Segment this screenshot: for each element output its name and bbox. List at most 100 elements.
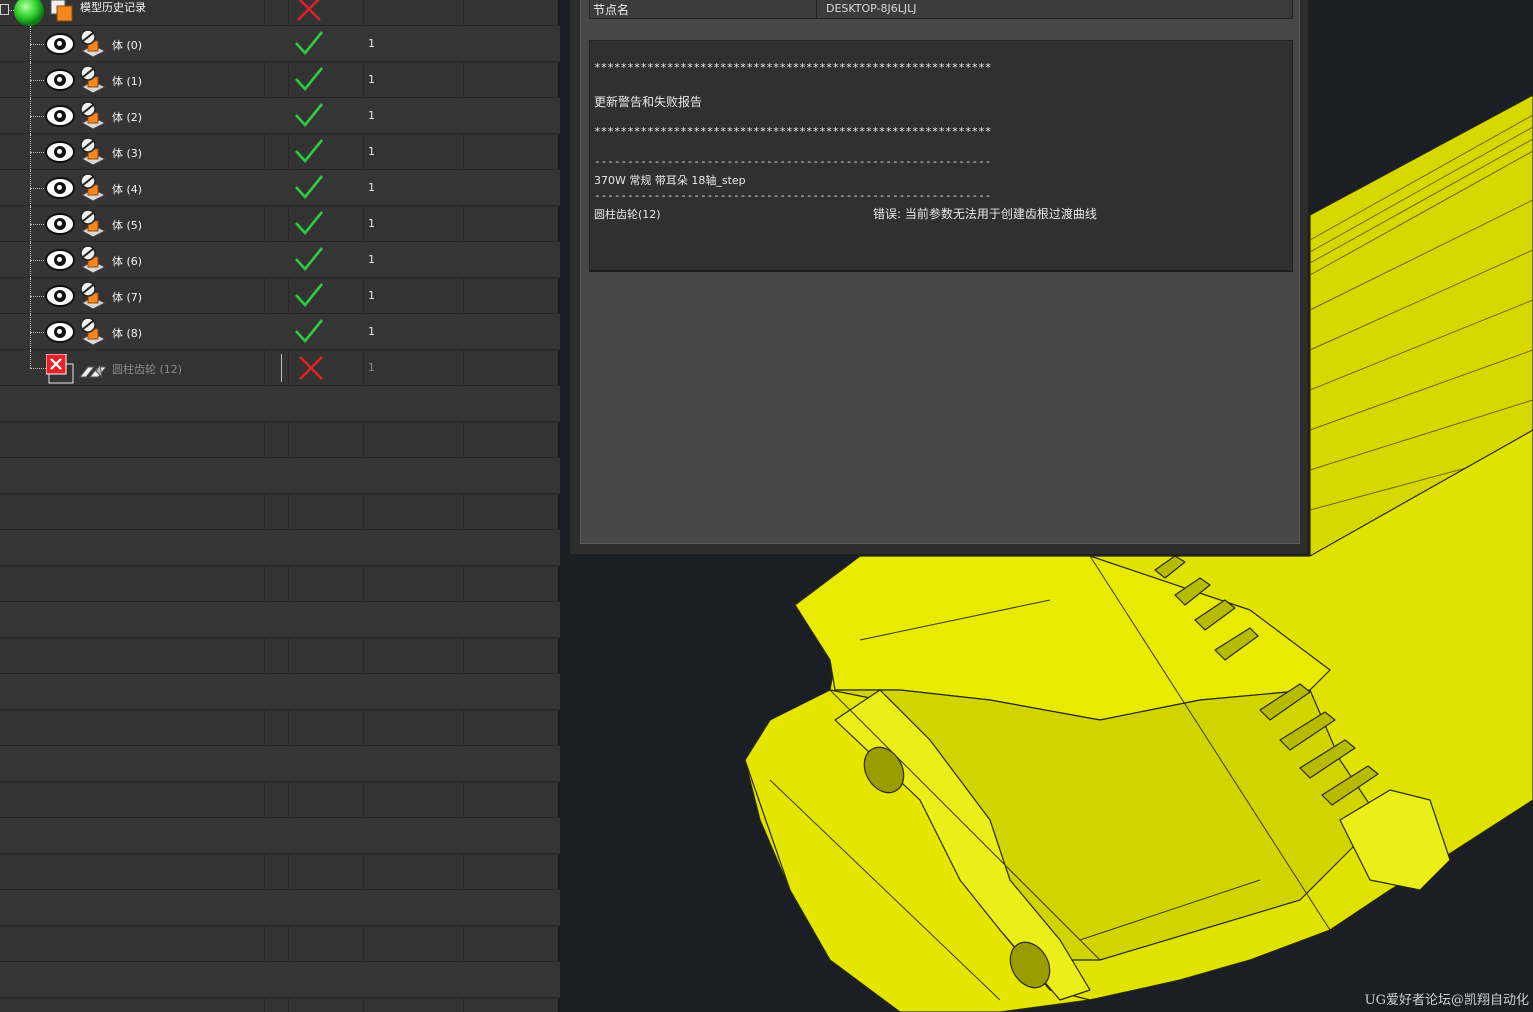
tree-row-count: 1 (368, 73, 375, 86)
solid-body-icon (80, 65, 107, 94)
tree-row-label: 体 (1) (112, 75, 143, 88)
tree-row-label: 体 (6) (112, 255, 143, 268)
checkmark-icon (295, 319, 324, 344)
visibility-eye-icon[interactable] (45, 213, 75, 235)
tree-row[interactable]: 体 (0) 1 (0, 26, 560, 62)
empty-row (0, 530, 560, 566)
tree-row-count: 1 (368, 109, 375, 122)
visibility-eye-icon[interactable] (45, 177, 75, 199)
part-navigator: 模型历史记录 体 (0) 1 体 (1) 1 体 (2) 1 体 (3) 1 体 (4) 1 体 (… (0, 0, 560, 1012)
checkmark-icon (295, 31, 324, 56)
tree-row[interactable]: 体 (1) 1 (0, 62, 560, 98)
empty-row (0, 926, 560, 962)
empty-row (0, 782, 560, 818)
solid-body-icon (80, 29, 107, 58)
log-part-name: 370W 常规 带耳朵 18轴_step (594, 174, 746, 187)
checkmark-icon (295, 103, 324, 128)
graphics-window[interactable] (570, 556, 1533, 1012)
model-history-label: 模型历史记录 (80, 1, 146, 14)
tree-connector (30, 152, 46, 153)
tree-row-label: 体 (7) (112, 291, 143, 304)
log-separator-dashes: ----------------------------------------… (594, 155, 992, 168)
tree-connector (30, 116, 46, 117)
empty-row (0, 854, 560, 890)
empty-row (0, 494, 560, 530)
tree-row-label: 体 (5) (112, 219, 143, 232)
log-heading: 更新警告和失败报告 (594, 95, 703, 109)
collapse-toggle-icon[interactable] (0, 4, 9, 15)
visibility-eye-icon[interactable] (45, 285, 75, 307)
tree-connector (30, 224, 46, 225)
tree-row[interactable]: 体 (3) 1 (0, 134, 560, 170)
tree-row-count: 1 (368, 145, 375, 158)
report-log[interactable]: ****************************************… (589, 40, 1293, 272)
checkmark-icon (295, 139, 324, 164)
solid-body-icon (80, 281, 107, 310)
tree-row-count: 1 (368, 181, 375, 194)
solid-body-icon (80, 209, 107, 238)
field-divider (816, 0, 817, 18)
dialog-content: 节点名 DESKTOP-8J6LJLJ ********************… (580, 0, 1300, 544)
tree-connector (30, 296, 46, 297)
graphics-window-upper[interactable] (1310, 0, 1533, 556)
solid-body-icon (80, 245, 107, 274)
tree-connector (30, 332, 46, 333)
checkmark-icon (295, 175, 324, 200)
visibility-eye-icon[interactable] (45, 321, 75, 343)
empty-row (0, 386, 560, 422)
empty-row (0, 962, 560, 998)
tree-row[interactable]: 体 (2) 1 (0, 98, 560, 134)
node-name-key: 节点名 (593, 3, 630, 17)
log-separator-stars: ****************************************… (594, 125, 992, 138)
tree-connector (30, 188, 46, 189)
visibility-eye-icon[interactable] (45, 249, 75, 271)
tree-row-label: 体 (3) (112, 147, 143, 160)
tree-row[interactable]: 体 (4) 1 (0, 170, 560, 206)
tree-connector (30, 350, 31, 368)
tree-row[interactable]: 体 (7) 1 (0, 278, 560, 314)
tree-row-label: 体 (8) (112, 327, 143, 340)
tree-row[interactable]: 圆柱齿轮 (12) 1 (0, 350, 560, 386)
empty-row (0, 998, 560, 1012)
tree-row[interactable]: 体 (5) 1 (0, 206, 560, 242)
tree-row-count: 1 (368, 253, 375, 266)
empty-row (0, 674, 560, 710)
empty-row (0, 638, 560, 674)
error-x-icon (299, 356, 323, 380)
empty-row (0, 566, 560, 602)
watermark-text: UG爱好者论坛@凯翔自动化 (1364, 993, 1529, 1008)
empty-row (0, 422, 560, 458)
tree-row-label: 体 (0) (112, 39, 143, 52)
log-error-message: 错误: 当前参数无法用于创建齿根过渡曲线 (873, 207, 1097, 221)
visibility-eye-icon[interactable] (45, 69, 75, 91)
visibility-eye-icon[interactable] (45, 141, 75, 163)
log-separator-dashes: ----------------------------------------… (594, 189, 992, 202)
visibility-eye-icon[interactable] (45, 33, 75, 55)
checkmark-icon (295, 211, 324, 236)
checkmark-icon (295, 67, 324, 92)
solid-body-icon (80, 173, 107, 202)
checkmark-icon (295, 247, 324, 272)
error-x-icon (297, 0, 321, 21)
visibility-eye-icon[interactable] (45, 105, 75, 127)
suppressed-error-icon (46, 354, 74, 384)
log-feature: 圆柱齿轮(12) (594, 208, 661, 221)
gear-feature-icon (78, 363, 108, 379)
solid-body-icon (80, 317, 107, 346)
tree-row[interactable]: 体 (8) 1 (0, 314, 560, 350)
model-history-icon (50, 0, 73, 22)
tree-connector (30, 368, 46, 369)
solid-body-icon (80, 101, 107, 130)
empty-row (0, 602, 560, 638)
tree-row-count: 1 (368, 325, 375, 338)
tree-connector (30, 44, 46, 45)
tree-row-model-history[interactable]: 模型历史记录 (0, 0, 560, 26)
tree-row[interactable]: 体 (6) 1 (0, 242, 560, 278)
tree-connector (30, 260, 46, 261)
solid-body-icon (80, 137, 107, 166)
tree-row-count: 1 (368, 37, 375, 50)
log-separator-stars: ****************************************… (594, 61, 992, 74)
error-marker-bar (281, 354, 287, 382)
tree-connector (30, 80, 46, 81)
empty-row (0, 890, 560, 926)
